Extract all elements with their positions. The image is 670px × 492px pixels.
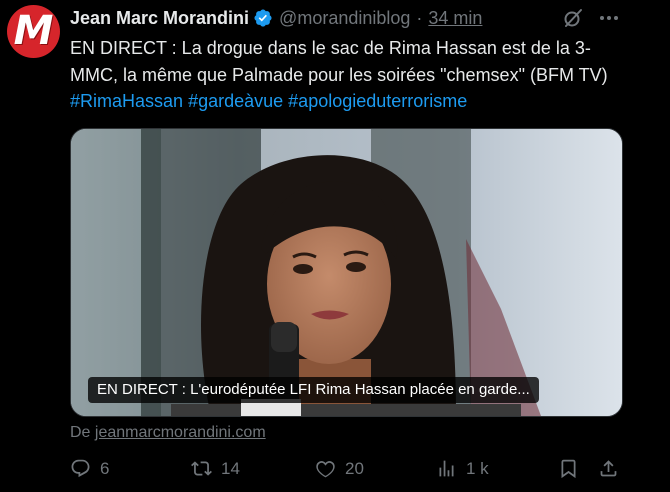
repost-icon xyxy=(191,461,212,476)
verified-badge-icon xyxy=(253,8,273,28)
share-button[interactable] xyxy=(598,458,619,479)
avatar-logo: M xyxy=(13,8,54,54)
like-count: 20 xyxy=(345,458,364,478)
tweet-text: EN DIRECT : La drogue dans le sac de Rim… xyxy=(70,35,630,115)
like-button[interactable]: 20 xyxy=(315,458,364,479)
action-bar: 6 14 20 1 k xyxy=(70,458,630,488)
grok-icon[interactable] xyxy=(561,6,585,30)
repost-count: 14 xyxy=(221,458,240,478)
analytics-icon xyxy=(439,460,454,477)
avatar[interactable]: M xyxy=(7,5,60,58)
link-card-title: EN DIRECT : L'eurodéputée LFI Rima Hassa… xyxy=(88,377,539,403)
bookmark-icon xyxy=(561,459,576,479)
source-domain[interactable]: jeanmarcmorandini.com xyxy=(95,424,266,441)
reply-icon xyxy=(71,459,90,478)
tweet[interactable]: M Jean Marc Morandini @morandiniblog · 3… xyxy=(0,0,670,492)
separator-dot: · xyxy=(416,7,423,28)
author-name[interactable]: Jean Marc Morandini xyxy=(70,8,249,29)
link-source[interactable]: De jeanmarcmorandini.com xyxy=(70,424,266,442)
bookmark-button[interactable] xyxy=(558,458,579,479)
hashtag-link[interactable]: #gardeàvue xyxy=(188,91,283,111)
author-handle[interactable]: @morandiniblog xyxy=(279,8,410,29)
reply-button[interactable]: 6 xyxy=(70,458,109,479)
views-count: 1 k xyxy=(466,458,489,478)
news-photo xyxy=(71,129,622,416)
tweet-header: Jean Marc Morandini @morandiniblog · 34 … xyxy=(70,7,482,29)
more-options-icon[interactable] xyxy=(595,6,623,30)
link-card-image[interactable]: EN DIRECT : L'eurodéputée LFI Rima Hassa… xyxy=(70,128,623,417)
source-prefix: De xyxy=(70,424,91,441)
heart-icon xyxy=(316,461,335,478)
hashtag-link[interactable]: #RimaHassan xyxy=(70,91,183,111)
timestamp-link[interactable]: 34 min xyxy=(428,8,482,29)
views-button[interactable]: 1 k xyxy=(436,458,489,479)
hashtag-link[interactable]: #apologieduterrorisme xyxy=(288,91,467,111)
repost-button[interactable]: 14 xyxy=(191,458,240,479)
reply-count: 6 xyxy=(100,458,110,478)
tweet-body: EN DIRECT : La drogue dans le sac de Rim… xyxy=(70,38,608,85)
share-icon xyxy=(600,460,617,477)
